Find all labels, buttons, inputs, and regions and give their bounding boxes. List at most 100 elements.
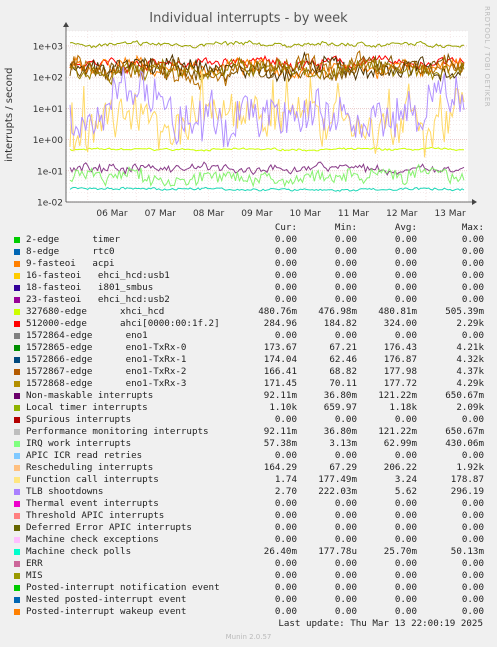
legend-row: Machine check exceptions 0.00 0.00 0.00 0.00: [0, 534, 497, 546]
legend-swatch: [14, 297, 20, 303]
legend-max-value: 0.00: [461, 414, 484, 425]
legend-max-value: 0.00: [461, 498, 484, 509]
legend-max-value: 0.00: [461, 570, 484, 581]
legend-max-value: 1.92k: [456, 462, 484, 473]
legend-label: 1572866-edge eno1-TxRx-1: [26, 354, 187, 365]
legend-swatch: [14, 477, 20, 483]
legend-max-value: 2.29k: [456, 318, 484, 329]
legend-swatch: [14, 597, 20, 603]
legend-label: Non-maskable interrupts: [26, 390, 154, 401]
legend-label: Machine check exceptions: [26, 534, 159, 545]
legend-max-value: 178.87: [450, 474, 484, 485]
legend-label: 18-fasteoi i801_smbus: [26, 282, 154, 293]
legend-row: Function call interrupts 1.74 177.49m 3.24 1…: [0, 474, 497, 486]
legend-max-value: 0.00: [461, 510, 484, 521]
legend-max-value: 0.00: [461, 330, 484, 341]
legend-max-value: 4.32k: [456, 354, 484, 365]
legend-label: 1572868-edge eno1-TxRx-3: [26, 378, 187, 389]
legend-row: Deferred Error APIC interrupts 0.00 0.00 0.…: [0, 522, 497, 534]
legend-swatch: [14, 441, 20, 447]
legend-row: 16-fasteoi ehci_hcd:usb1 0.00 0.00 0.00 0.00: [0, 270, 497, 282]
legend-swatch: [14, 369, 20, 375]
legend-label: Performance monitoring interrupts: [26, 426, 209, 437]
legend-label: Thermal event interrupts: [26, 498, 159, 509]
legend-swatch: [14, 273, 20, 279]
legend-row: TLB shootdowns 2.70 222.03m 5.62 296.19: [0, 486, 497, 498]
legend-swatch: [14, 309, 20, 315]
legend-max-value: 4.21k: [456, 342, 484, 353]
legend-row: Local timer interrupts 1.10k 659.97 1.18k 2.…: [0, 402, 497, 414]
y-tick-label: 1e-02: [37, 199, 63, 209]
legend-label: Spurious interrupts: [26, 414, 132, 425]
y-tick-label: 1e-01: [37, 167, 63, 177]
x-tick-label: 12 Mar: [386, 209, 418, 219]
legend-label: 1572864-edge eno1: [26, 330, 148, 341]
y-tick-label: 1e+01: [33, 105, 63, 115]
legend-label: TLB shootdowns: [26, 486, 104, 497]
legend-row: 2-edge timer 0.00 0.00 0.00 0.00: [0, 234, 497, 246]
legend-label: ERR: [26, 558, 43, 569]
legend-row: 1572868-edge eno1-TxRx-3 171.45 70.11 177.7…: [0, 378, 497, 390]
legend-max-value: 4.37k: [456, 366, 484, 377]
legend-max-value: 0.00: [461, 234, 484, 245]
legend-row: Rescheduling interrupts 164.29 67.29 206.22…: [0, 462, 497, 474]
legend-swatch: [14, 345, 20, 351]
legend-max-value: 0.00: [461, 582, 484, 593]
legend-label: 8-edge rtc0: [26, 246, 115, 257]
legend-label: 16-fasteoi ehci_hcd:usb1: [26, 270, 170, 281]
legend-row: 1572866-edge eno1-TxRx-1 174.04 62.46 176.8…: [0, 354, 497, 366]
y-tick-label: 1e+00: [33, 136, 64, 146]
legend-swatch: [14, 513, 20, 519]
x-tick-label: 08 Mar: [193, 209, 225, 219]
legend-label: Machine check polls: [26, 546, 132, 557]
legend-max-value: 650.67m: [445, 426, 484, 437]
legend-label: APIC ICR read retries: [26, 450, 143, 461]
legend-max-value: 50.13m: [450, 546, 484, 557]
x-tick-label: 09 Mar: [241, 209, 273, 219]
legend-label: 23-fasteoi ehci_hcd:usb2: [26, 294, 170, 305]
legend-row: 23-fasteoi ehci_hcd:usb2 0.00 0.00 0.00 0.00: [0, 294, 497, 306]
legend-row: Nested posted-interrupt event 0.00 0.00 0.0…: [0, 594, 497, 606]
legend-row: 327680-edge xhci_hcd 480.76m 476.98m 480.81…: [0, 306, 497, 318]
legend-row: APIC ICR read retries 0.00 0.00 0.00 0.00: [0, 450, 497, 462]
x-tick-label: 13 Mar: [434, 209, 466, 219]
legend-row: 9-fasteoi acpi 0.00 0.00 0.00 0.00: [0, 258, 497, 270]
legend-row: 512000-edge ahci[0000:00:1f.2] 284.96 184.…: [0, 318, 497, 330]
legend-label: 2-edge timer: [26, 234, 121, 245]
legend-swatch: [14, 429, 20, 435]
legend-swatch: [14, 417, 20, 423]
x-axis-arrow: [472, 199, 477, 205]
legend-label: 512000-edge ahci[0000:00:1f.2]: [26, 318, 220, 329]
y-tick-label: 1e+03: [33, 42, 63, 52]
legend-label: Rescheduling interrupts: [26, 462, 154, 473]
legend-row: Posted-interrupt notification event 0.00 0…: [0, 582, 497, 594]
legend-max-value: 0.00: [461, 246, 484, 257]
legend-label: Function call interrupts: [26, 474, 159, 485]
legend-max-value: 0.00: [461, 558, 484, 569]
legend-label: Posted-interrupt wakeup event: [26, 606, 187, 617]
legend-label: Nested posted-interrupt event: [26, 594, 187, 605]
legend-max-value: 0.00: [461, 606, 484, 617]
legend-max-value: 0.00: [461, 450, 484, 461]
x-tick-label: 06 Mar: [96, 209, 128, 219]
legend-row: IRQ work interrupts 57.38m 3.13m 62.99m 430.…: [0, 438, 497, 450]
legend-label: 1572865-edge eno1-TxRx-0: [26, 342, 187, 353]
legend-row: 1572865-edge eno1-TxRx-0 173.67 67.21 176.4…: [0, 342, 497, 354]
legend-row: Machine check polls 26.40m 177.78u 25.70m 50…: [0, 546, 497, 558]
legend-row: Performance monitoring interrupts 92.11m 3…: [0, 426, 497, 438]
legend-swatch: [14, 573, 20, 579]
legend-swatch: [14, 333, 20, 339]
last-update: Last update: Thu Mar 13 22:00:19 2025: [278, 618, 483, 629]
legend-label: 327680-edge xhci_hcd: [26, 306, 165, 317]
legend-row: Threshold APIC interrupts 0.00 0.00 0.00 0.0…: [0, 510, 497, 522]
legend-row: Posted-interrupt wakeup event 0.00 0.00 0.0…: [0, 606, 497, 618]
legend-swatch: [14, 549, 20, 555]
legend-swatch: [14, 249, 20, 255]
legend-label: IRQ work interrupts: [26, 438, 132, 449]
legend-max-value: 0.00: [461, 294, 484, 305]
munin-version: Munin 2.0.57: [225, 633, 272, 641]
legend-swatch: [14, 501, 20, 507]
legend-max-value: 505.39m: [445, 306, 484, 317]
legend-swatch: [14, 525, 20, 531]
legend-row: 1572864-edge eno1 0.00 0.00 0.00 0.00: [0, 330, 497, 342]
